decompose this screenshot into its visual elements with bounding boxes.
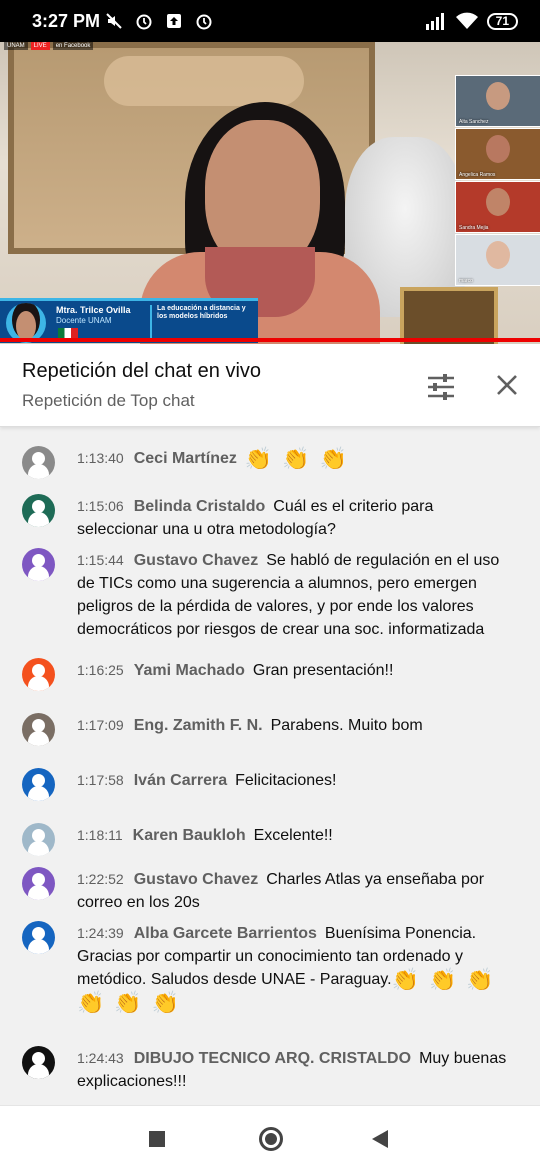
author-avatar[interactable] — [22, 867, 55, 900]
clapping-hands-emoji: 👏 — [428, 967, 457, 992]
message-timestamp: 1:22:52 — [77, 871, 124, 887]
clapping-hands-emoji: 👏 — [466, 967, 494, 992]
talk-topic: La educación a distancia y los modelos h… — [157, 305, 246, 320]
message-author[interactable]: Yami Machado — [134, 662, 245, 679]
alarm-icon — [136, 14, 152, 30]
message-author[interactable]: Eng. Zamith F. N. — [134, 717, 263, 734]
participant-video — [486, 135, 510, 163]
message-timestamp: 1:13:40 — [77, 450, 124, 466]
tune-icon[interactable] — [426, 372, 456, 402]
message-timestamp: 1:15:06 — [77, 498, 124, 514]
message-text: Felicitaciones! — [235, 772, 337, 789]
message-timestamp: 1:17:09 — [77, 717, 124, 733]
message-timestamp: 1:18:11 — [77, 827, 123, 843]
speaker-avatar — [6, 303, 46, 343]
status-time: 3:27 PM — [32, 11, 101, 31]
recents-button[interactable] — [149, 1131, 165, 1147]
clapping-hands-emoji: 👏 — [319, 446, 348, 471]
participant-video — [486, 241, 510, 269]
participant-thumbnail: marco — [455, 234, 540, 286]
message-author[interactable]: Gustavo Chavez — [134, 552, 258, 569]
author-avatar[interactable] — [22, 768, 55, 801]
message-author[interactable]: DIBUJO TECNICO ARQ. CRISTALDO — [134, 1050, 411, 1067]
author-avatar[interactable] — [22, 548, 55, 581]
clapping-hands-emoji: 👏 — [77, 990, 105, 1015]
message-timestamp: 1:15:44 — [77, 552, 124, 568]
back-button[interactable] — [372, 1130, 388, 1148]
speaker-role: Docente UNAM — [56, 316, 112, 325]
wifi-icon — [455, 12, 478, 29]
mute-icon — [106, 13, 122, 29]
progress-bar[interactable] — [0, 338, 540, 342]
author-avatar[interactable] — [22, 494, 55, 527]
speaker-lower-third: Mtra. Trilce Ovilla Docente UNAM La educ… — [0, 298, 258, 343]
clapping-hands-emoji: 👏 — [391, 967, 419, 992]
participant-name: Angelica Ramos — [459, 172, 496, 178]
message-author[interactable]: Gustavo Chavez — [134, 871, 258, 888]
message-text: Excelente!! — [253, 827, 333, 844]
participant-video — [486, 82, 510, 110]
chat-subtitle[interactable]: Repetición de Top chat — [22, 391, 195, 411]
participant-name: Sandra Mejia — [459, 225, 489, 231]
participant-name: marco — [459, 278, 473, 284]
alarm-icon-2 — [196, 14, 212, 30]
author-avatar[interactable] — [22, 446, 55, 479]
author-avatar[interactable] — [22, 658, 55, 691]
message-timestamp: 1:17:58 — [77, 772, 124, 788]
speaker-name: Mtra. Trilce Ovilla — [56, 305, 131, 315]
picture-frame — [400, 287, 498, 344]
author-avatar[interactable] — [22, 713, 55, 746]
status-icons — [104, 11, 214, 31]
participant-thumbnail: Alta Sanchez — [455, 75, 540, 127]
battery-level: 71 — [486, 12, 518, 30]
message-text: Parabens. Muito bom — [270, 717, 423, 734]
close-icon[interactable] — [494, 372, 520, 398]
chat-message-list[interactable]: 1:13:40 Ceci Martínez 👏 👏 👏 1:15:06 Belinda Cr… — [0, 428, 540, 1104]
clapping-hands-emoji: 👏 — [244, 446, 273, 471]
message-timestamp: 1:24:39 — [77, 925, 124, 941]
clapping-hands-emoji: 👏 — [114, 990, 142, 1015]
live-badge: UNAM LIVE en Facebook — [4, 42, 94, 50]
chat-header: Repetición del chat en vivo Repetición d… — [0, 344, 540, 427]
message-author[interactable]: Belinda Cristaldo — [134, 498, 266, 515]
home-button[interactable] — [259, 1127, 283, 1151]
author-avatar[interactable] — [22, 823, 55, 856]
author-avatar[interactable] — [22, 1046, 55, 1079]
message-author[interactable]: Karen Baukloh — [133, 827, 246, 844]
video-player[interactable]: UNAM LIVE en Facebook Alta Sanchez Angeli… — [0, 42, 540, 344]
system-nav-bar — [0, 1105, 540, 1171]
message-timestamp: 1:16:25 — [77, 662, 124, 678]
participant-thumbnail: Sandra Mejia — [455, 181, 540, 233]
message-text: Gran presentación!! — [252, 662, 394, 679]
author-avatar[interactable] — [22, 921, 55, 954]
status-bar: 3:27 PM 71 — [0, 0, 540, 42]
participant-thumbnails: Alta Sanchez Angelica Ramos Sandra Mejia ma… — [455, 75, 540, 287]
upload-icon — [167, 14, 181, 28]
participant-thumbnail: Angelica Ramos — [455, 128, 540, 180]
message-author[interactable]: Iván Carrera — [134, 772, 227, 789]
status-right: 71 — [425, 12, 518, 30]
message-timestamp: 1:24:43 — [77, 1050, 124, 1066]
participant-name: Alta Sanchez — [459, 119, 489, 125]
signal-icon — [425, 13, 444, 30]
clapping-hands-emoji: 👏 — [282, 446, 310, 471]
message-author[interactable]: Alba Garcete Barrientos — [134, 925, 317, 942]
clapping-hands-emoji: 👏 — [151, 990, 180, 1015]
participant-video — [486, 188, 510, 216]
message-author[interactable]: Ceci Martínez — [134, 450, 237, 467]
chat-title: Repetición del chat en vivo — [22, 360, 262, 382]
